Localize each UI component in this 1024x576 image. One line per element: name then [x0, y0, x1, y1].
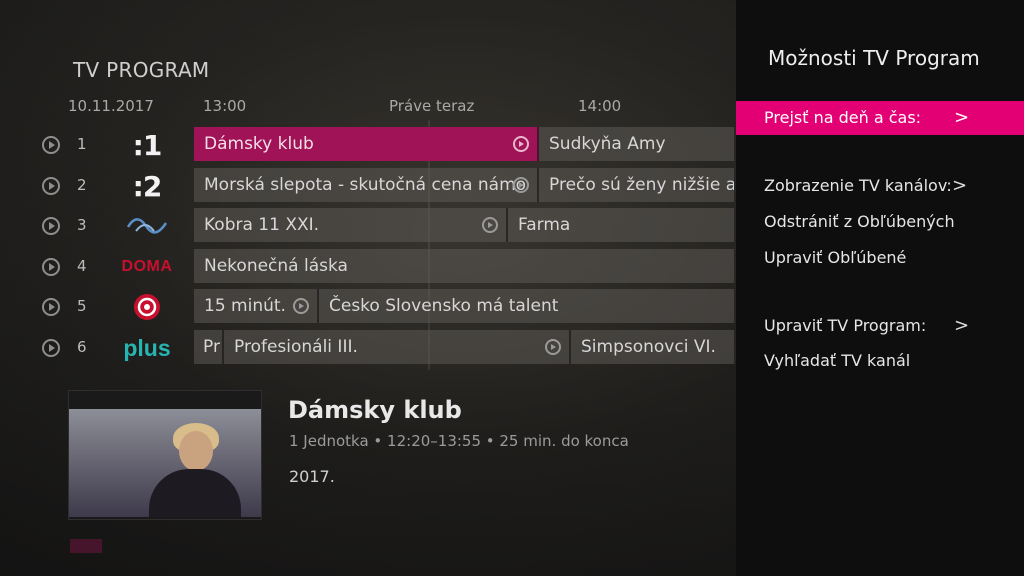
- channel-number: 3: [77, 216, 87, 234]
- channel-logo-text: plus: [123, 334, 171, 361]
- menu-item-label: Prejsť na deň a čas:: [764, 108, 922, 127]
- chevron-right-icon: >: [952, 175, 968, 196]
- program-title: Dámsky klub: [204, 134, 314, 154]
- channel-logo-wave-icon: [112, 210, 182, 242]
- chevron-right-icon: >: [954, 315, 970, 336]
- presenter-body: [149, 469, 241, 517]
- program-cell[interactable]: Dámsky klub: [194, 127, 539, 161]
- channel-logo-markiza-icon: [112, 291, 182, 323]
- panel-title: Možnosti TV Program: [768, 46, 980, 70]
- live-badge: [70, 539, 102, 553]
- chevron-right-icon: >: [954, 107, 970, 128]
- program-cell[interactable]: Kobra 11 XXI.: [194, 208, 508, 242]
- menu-item-label: Zobrazenie TV kanálov:: [764, 176, 952, 195]
- presenter-head: [179, 431, 213, 471]
- program-title: Prečo sú ženy nižšie ak: [549, 175, 736, 195]
- program-cell[interactable]: Simpsonovci VI.: [571, 330, 736, 364]
- program-title: Kobra 11 XXI.: [204, 215, 320, 235]
- menu-item-go-to-date-time[interactable]: Prejsť na deň a čas: >: [736, 101, 1024, 135]
- menu-item-search-channel[interactable]: Vyhľadať TV kanál: [736, 344, 1024, 378]
- replay-icon: [545, 339, 561, 355]
- channel-logo-plus: plus: [112, 332, 182, 364]
- preview-frame: [69, 409, 261, 517]
- program-cell[interactable]: Nekonečná láska: [194, 249, 736, 283]
- channel-number: 1: [77, 135, 87, 153]
- replay-icon: [42, 258, 60, 276]
- program-info-meta: 1 Jednotka • 12:20–13:55 • 25 min. do ko…: [289, 432, 629, 450]
- channel-logo-text: :1: [132, 128, 163, 162]
- replay-icon: [513, 136, 529, 152]
- menu-item-edit-favorites[interactable]: Upraviť Obľúbené: [736, 241, 1024, 275]
- replay-icon: [482, 217, 498, 233]
- program-title: Pr: [203, 337, 220, 357]
- replay-icon: [513, 177, 529, 193]
- channel-logo-doma: DOMA: [112, 251, 182, 283]
- replay-icon: [42, 217, 60, 235]
- replay-icon: [42, 298, 60, 316]
- channel-logo-stv1: :1: [112, 128, 182, 162]
- menu-item-label: Odstrániť z Obľúbených: [764, 212, 955, 231]
- program-title: Simpsonovci VI.: [581, 337, 716, 357]
- channel-logo-text: :2: [132, 169, 163, 203]
- channel-row-3: 3 Kobra 11 XXI. Farma: [0, 206, 736, 244]
- program-cell[interactable]: Sudkyňa Amy: [539, 127, 736, 161]
- channel-row-5: 5 15 minút. Česko Slovensko má talent: [0, 287, 736, 325]
- channel-logo-text: DOMA: [121, 258, 173, 275]
- channel-row-2: 2 :2 Morská slepota - skutočná cena námo…: [0, 166, 736, 204]
- program-title: Morská slepota - skutočná cena námo: [204, 175, 527, 195]
- markiza-logo-icon: [134, 294, 160, 320]
- program-info-title: Dámsky klub: [288, 396, 462, 424]
- channel-number: 2: [77, 176, 87, 194]
- channel-row-6: 6 plus Pr Profesionáli III. Simpsonovci …: [0, 328, 736, 366]
- menu-item-label: Upraviť TV Program:: [764, 316, 927, 335]
- time-label-1300: 13:00: [203, 97, 247, 115]
- channel-logo-stv2: :2: [112, 169, 182, 203]
- channel-number: 5: [77, 297, 87, 315]
- channel-row-4: 4 DOMA Nekonečná láska: [0, 247, 736, 285]
- program-title: Farma: [518, 215, 571, 235]
- wave-logo-icon: [126, 218, 168, 234]
- program-title: Nekonečná láska: [204, 256, 348, 276]
- program-title: Profesionáli III.: [234, 337, 358, 357]
- program-cell[interactable]: Profesionáli III.: [224, 330, 571, 364]
- program-cell[interactable]: Prečo sú ženy nižšie ak: [539, 168, 736, 202]
- channel-row-1: 1 :1 Dámsky klub Sudkyňa Amy: [0, 125, 736, 163]
- video-preview[interactable]: [68, 390, 262, 520]
- channel-number: 4: [77, 257, 87, 275]
- replay-icon: [42, 136, 60, 154]
- menu-item-remove-favorites[interactable]: Odstrániť z Obľúbených: [736, 205, 1024, 239]
- menu-item-edit-tv-program[interactable]: Upraviť TV Program: >: [736, 309, 1024, 343]
- options-panel: Možnosti TV Program Prejsť na deň a čas:…: [736, 0, 1024, 576]
- channel-number: 6: [77, 338, 87, 356]
- menu-item-channel-display[interactable]: Zobrazenie TV kanálov: >: [736, 169, 1024, 203]
- program-cell[interactable]: Česko Slovensko má talent: [319, 289, 736, 323]
- page-title: TV PROGRAM: [73, 58, 210, 82]
- program-cell[interactable]: 15 minút.: [194, 289, 319, 323]
- date-label: 10.11.2017: [68, 97, 154, 115]
- replay-icon: [42, 339, 60, 357]
- program-info-description: 2017.: [289, 467, 335, 486]
- time-label-1400: 14:00: [578, 97, 622, 115]
- program-title: Sudkyňa Amy: [549, 134, 666, 154]
- replay-icon: [42, 177, 60, 195]
- menu-item-label: Vyhľadať TV kanál: [764, 351, 911, 370]
- program-cell[interactable]: Pr: [194, 330, 224, 364]
- now-label: Práve teraz: [389, 97, 475, 115]
- program-cell[interactable]: Farma: [508, 208, 736, 242]
- program-title: Česko Slovensko má talent: [329, 296, 559, 316]
- program-title: 15 minút.: [204, 296, 286, 316]
- program-cell[interactable]: Morská slepota - skutočná cena námo: [194, 168, 539, 202]
- menu-item-label: Upraviť Obľúbené: [764, 248, 907, 267]
- replay-icon: [293, 298, 309, 314]
